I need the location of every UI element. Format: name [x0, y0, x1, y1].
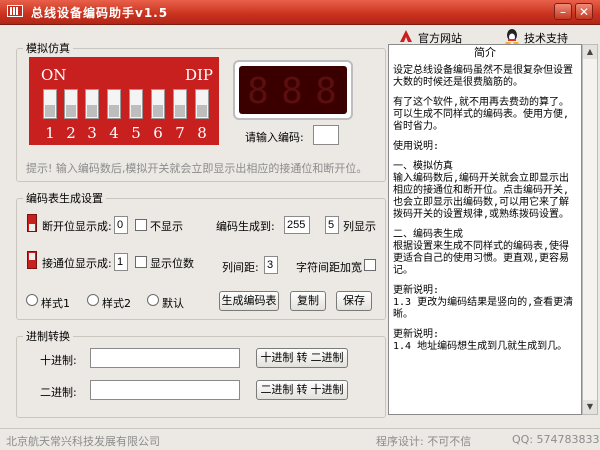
- bin-to-dec-button[interactable]: 二进制 转 十进制: [256, 380, 348, 400]
- dip-number-5: 5: [131, 124, 141, 142]
- hide-label: 不显示: [150, 220, 183, 233]
- show-bits-checkbox[interactable]: [135, 256, 147, 268]
- style1-label: 样式1: [41, 297, 70, 310]
- dip-number-4: 4: [109, 124, 119, 142]
- base-legend: 进制转换: [26, 330, 70, 343]
- dip-switch-3[interactable]: [85, 89, 99, 119]
- on-bit-switch-icon: [27, 251, 37, 269]
- title-bar: 总线设备编码助手v1.5 – ✕: [0, 0, 600, 25]
- bin-label: 二进制:: [40, 386, 77, 399]
- hide-checkbox[interactable]: [135, 219, 147, 231]
- dip-switch-2[interactable]: [64, 89, 78, 119]
- binary-input[interactable]: [90, 380, 240, 400]
- dip-number-7: 7: [175, 124, 185, 142]
- intro-para-5: 二、编码表生成 根据设置来生成不同样式的编码表,使得更适合自己的使用习惯。更直观…: [393, 229, 570, 276]
- col-gap-input[interactable]: [264, 256, 278, 274]
- segment-digit-2: 8: [281, 71, 303, 112]
- base-group: 进制转换: [16, 328, 386, 418]
- generate-table-button[interactable]: 生成编码表: [219, 291, 279, 311]
- dip-switch-1[interactable]: [43, 89, 57, 119]
- default-radio[interactable]: [147, 294, 159, 306]
- show-bits-label: 显示位数: [150, 257, 194, 270]
- style2-radio[interactable]: [87, 294, 99, 306]
- decimal-input[interactable]: [90, 348, 240, 368]
- dip-number-6: 6: [153, 124, 163, 142]
- gen-to-label: 编码生成到:: [216, 220, 275, 233]
- save-button[interactable]: 保存: [336, 291, 372, 311]
- scroll-up-arrow-icon[interactable]: ▲: [583, 45, 597, 59]
- dip-number-1: 1: [45, 124, 55, 142]
- off-bit-switch-icon: [27, 214, 37, 232]
- segment-digit-1: 8: [247, 71, 269, 112]
- style1-radio[interactable]: [26, 294, 38, 306]
- intro-para-3: 使用说明:: [393, 141, 440, 152]
- dip-switch-7[interactable]: [173, 89, 187, 119]
- dip-switch[interactable]: ON DIP 1 2 3 4 5 6 7 8: [29, 57, 219, 145]
- intro-para-2: 有了这个软件,就不用再去费劲的算了。可以生成不同样式的编码表。使用方便,省时省力…: [393, 97, 570, 132]
- cols-label: 列显示: [343, 220, 376, 233]
- table-legend: 编码表生成设置: [26, 192, 103, 205]
- code-label: 请输入编码:: [245, 131, 304, 144]
- segment-digit-3: 8: [315, 71, 337, 112]
- default-label: 默认: [162, 297, 184, 310]
- designer-text: 程序设计: 不可不信: [376, 435, 472, 448]
- copy-button[interactable]: 复制: [290, 291, 326, 311]
- gen-to-input[interactable]: [284, 216, 310, 234]
- cols-input[interactable]: [325, 216, 339, 234]
- qq-text: QQ: 574783833: [512, 433, 600, 446]
- style2-label: 样式2: [102, 297, 131, 310]
- dip-switch-8[interactable]: [195, 89, 209, 119]
- off-bit-label: 断开位显示成:: [42, 220, 112, 233]
- intro-para-4: 一、模拟仿真 输入编码数后,编码开关就会立即显示出相应的接通位和断开位。点击编码…: [393, 161, 570, 220]
- code-input[interactable]: [313, 125, 339, 145]
- website-icon: [400, 30, 412, 42]
- sim-legend: 模拟仿真: [26, 42, 70, 55]
- sim-hint: 提示! 输入编码数后,模拟开关就会立即显示出相应的接通位和断开位。: [26, 162, 368, 175]
- window-title: 总线设备编码助手v1.5: [31, 6, 169, 20]
- dec-to-bin-button[interactable]: 十进制 转 二进制: [256, 348, 348, 368]
- dip-label: DIP: [184, 66, 213, 84]
- dip-on-label: ON: [41, 66, 67, 84]
- dip-number-3: 3: [87, 124, 97, 142]
- close-button[interactable]: ✕: [575, 3, 593, 20]
- dip-number-8: 8: [197, 124, 207, 142]
- support-icon: [505, 29, 519, 44]
- intro-para-1: 设定总线设备编码虽然不是很复杂但设置大数的时候还是很费脑筋的。: [393, 65, 573, 88]
- dip-number-2: 2: [66, 124, 76, 142]
- intro-header: 简介: [474, 47, 496, 59]
- intro-textarea[interactable]: 简介 设定总线设备编码虽然不是很复杂但设置大数的时候还是很费脑筋的。 有了这个软…: [388, 44, 582, 415]
- char-space-checkbox[interactable]: [364, 259, 376, 271]
- intro-para-6: 更新说明: 1.3 更改为编码结果是竖向的,查看更清晰。: [393, 285, 574, 320]
- minimize-button[interactable]: –: [554, 3, 572, 20]
- status-bar: 北京航天常兴科技发展有限公司 程序设计: 不可不信 QQ: 574783833: [0, 428, 600, 450]
- dec-label: 十进制:: [40, 354, 77, 367]
- off-bit-input[interactable]: [114, 216, 128, 234]
- on-bit-input[interactable]: [114, 253, 128, 271]
- col-gap-label: 列间距:: [222, 261, 259, 274]
- on-bit-label: 接通位显示成:: [42, 257, 112, 270]
- dip-switch-4[interactable]: [107, 89, 121, 119]
- intro-scrollbar[interactable]: ▲ ▼: [582, 44, 598, 415]
- scroll-down-arrow-icon[interactable]: ▼: [583, 400, 597, 414]
- app-icon: [7, 5, 23, 17]
- dip-switch-6[interactable]: [151, 89, 165, 119]
- char-space-label: 字符间距加宽: [296, 261, 362, 274]
- dip-switch-5[interactable]: [129, 89, 143, 119]
- intro-para-7: 更新说明: 1.4 地址编码想生成到几就生成到几。: [393, 329, 568, 352]
- segment-display: 8 8 8: [233, 60, 353, 120]
- company-name: 北京航天常兴科技发展有限公司: [6, 435, 160, 448]
